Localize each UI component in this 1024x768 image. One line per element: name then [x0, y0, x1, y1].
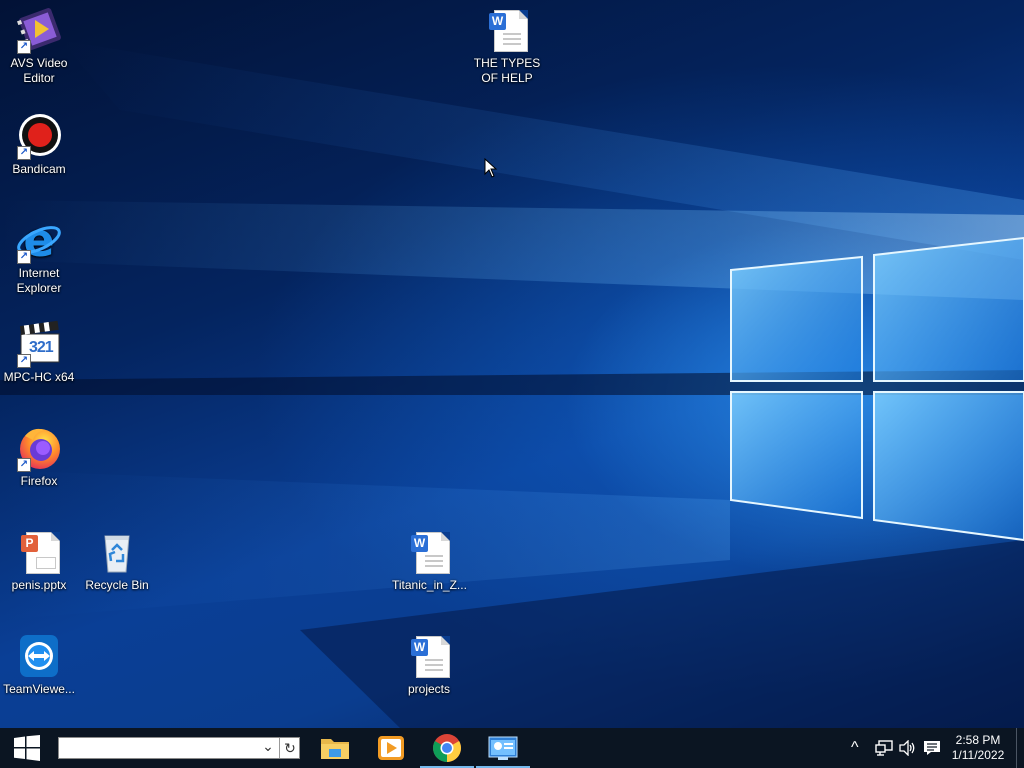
clock-time: 2:58 PM [955, 733, 1001, 747]
notification-icon [924, 741, 940, 755]
show-desktop-button[interactable] [1016, 728, 1024, 768]
icon-label: MPC-HC x64 [3, 370, 75, 384]
desktop-icon-the-types-of-help[interactable]: W THE TYPES OF HELP [468, 6, 546, 86]
icon-label: Bandicam [12, 162, 66, 176]
desktop-icon-internet-explorer[interactable]: e ↗ Internet Explorer [0, 213, 78, 296]
icon-label: projects [407, 682, 451, 696]
teamviewer-icon [15, 632, 63, 680]
icon-label: Firefox [20, 474, 58, 488]
shortcut-arrow-icon: ↗ [17, 354, 31, 368]
desktop-icon-pptx-file[interactable]: P penis.pptx [0, 528, 78, 593]
record-icon: ↗ [15, 112, 63, 160]
icon-label: Internet Explorer [16, 266, 62, 295]
taskbar-clock[interactable]: 2:58 PM 1/11/2022 [944, 733, 1012, 763]
icon-label: THE TYPES OF HELP [473, 56, 541, 85]
folder-icon [321, 739, 349, 759]
powerpoint-document-icon: P [15, 528, 63, 576]
film-icon: ↗ [15, 6, 63, 54]
desktop-background[interactable]: ↗ AVS Video Editor W THE TYPES OF HELP ↗… [0, 0, 1024, 728]
windows-logo-icon [14, 735, 40, 761]
recycle-bin-icon [93, 528, 141, 576]
taskbar-control-panel-button[interactable] [476, 728, 530, 768]
taskbar-media-player-button[interactable] [364, 728, 418, 768]
desktop-icon-firefox[interactable]: ↗ Firefox [0, 424, 78, 489]
mouse-cursor-icon [484, 158, 498, 178]
chevron-down-icon[interactable]: ⌄ [260, 738, 276, 758]
chrome-icon [433, 734, 461, 762]
word-document-icon: W [483, 6, 531, 54]
word-document-icon: W [405, 632, 453, 680]
tray-show-hidden-icons-button[interactable]: ^ [846, 728, 868, 768]
refresh-icon[interactable]: ↻ [279, 738, 300, 758]
desktop-icon-projects-document[interactable]: W projects [390, 632, 468, 697]
mpc-321-glyph: 321 [29, 339, 54, 356]
shortcut-arrow-icon: ↗ [17, 458, 31, 472]
taskbar: ⌄ ↻ ^ 2:58 PM 1/11/2022 [0, 728, 1024, 768]
taskbar-search-box[interactable]: ⌄ ↻ [58, 737, 300, 759]
desktop-icon-titanic-document[interactable]: W Titanic_in_Z... [390, 528, 468, 593]
desktop-icon-teamviewer[interactable]: TeamViewe... [0, 632, 78, 697]
taskbar-file-explorer-button[interactable] [308, 728, 362, 768]
icon-label: Titanic_in_Z... [392, 578, 467, 592]
shortcut-arrow-icon: ↗ [17, 40, 31, 54]
clapperboard-icon: 321 ↗ [15, 320, 63, 368]
shortcut-arrow-icon: ↗ [17, 146, 31, 160]
internet-explorer-icon: e ↗ [15, 213, 63, 267]
shortcut-arrow-icon: ↗ [17, 250, 31, 264]
desktop-icon-bandicam[interactable]: ↗ Bandicam [0, 112, 78, 177]
start-button[interactable] [0, 728, 54, 768]
logo-pane-bottom-left [730, 391, 863, 520]
speaker-icon [899, 740, 915, 756]
desktop-icon-avs-video-editor[interactable]: ↗ AVS Video Editor [0, 6, 78, 86]
control-panel-icon [488, 736, 518, 760]
desktop-icon-mpc-hc-x64[interactable]: 321 ↗ MPC-HC x64 [0, 320, 78, 385]
tray-volume-button[interactable] [896, 728, 920, 768]
chevron-up-icon: ^ [851, 739, 859, 756]
wallpaper-art [0, 40, 1024, 728]
logo-pane-top-right [873, 236, 1024, 382]
icon-label: penis.pptx [11, 578, 67, 592]
icon-label: TeamViewe... [3, 682, 75, 696]
icon-label: Recycle Bin [85, 578, 149, 592]
logo-pane-bottom-right [873, 391, 1024, 542]
logo-pane-top-left [730, 255, 863, 382]
tray-network-button[interactable] [872, 728, 896, 768]
media-player-icon [378, 736, 404, 760]
network-icon [875, 740, 893, 756]
tray-action-center-button[interactable] [920, 728, 944, 768]
taskbar-chrome-button[interactable] [420, 728, 474, 768]
taskbar-search-input[interactable] [61, 739, 261, 758]
desktop-icon-recycle-bin[interactable]: Recycle Bin [78, 528, 156, 593]
clock-date: 1/11/2022 [951, 748, 1005, 762]
word-document-icon: W [405, 528, 453, 576]
firefox-icon: ↗ [15, 424, 63, 472]
icon-label: AVS Video Editor [10, 56, 68, 85]
